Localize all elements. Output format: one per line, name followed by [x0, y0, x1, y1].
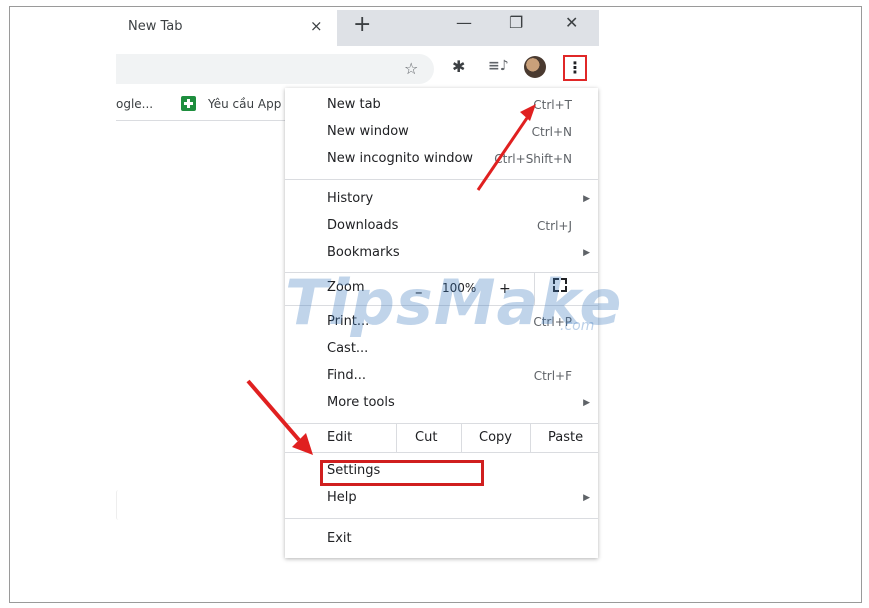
- annotation-arrows: [246, 104, 536, 455]
- arrow-to-settings: [246, 379, 313, 455]
- arrow-to-menu-button: [476, 104, 536, 191]
